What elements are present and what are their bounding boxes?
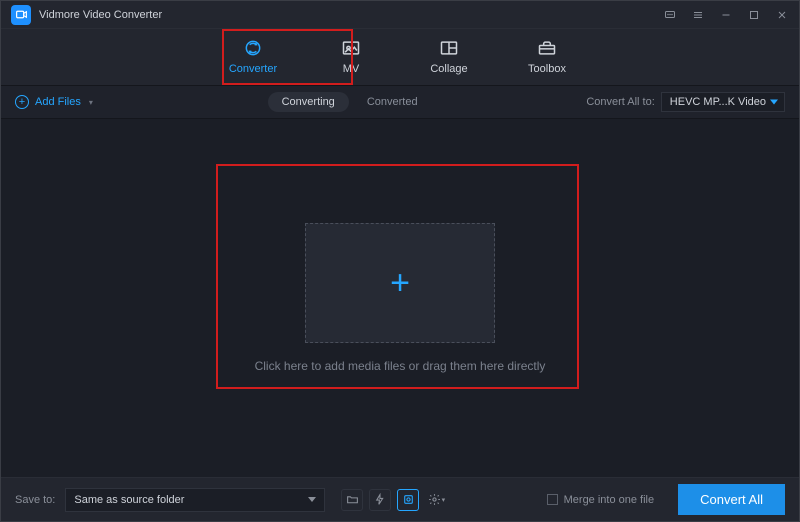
collage-icon bbox=[438, 37, 460, 59]
add-files-label: Add Files bbox=[35, 96, 81, 108]
convert-all-to: Convert All to: HEVC MP...K Video bbox=[586, 92, 785, 112]
tab-toolbox[interactable]: Toolbox bbox=[518, 37, 576, 85]
convert-all-to-select[interactable]: HEVC MP...K Video bbox=[661, 92, 785, 112]
app-title: Vidmore Video Converter bbox=[39, 9, 162, 21]
app-window: Vidmore Video Converter Converter MV bbox=[0, 0, 800, 522]
menu-icon[interactable] bbox=[691, 8, 705, 22]
subtab-converting[interactable]: Converting bbox=[268, 92, 349, 112]
gpu-icon[interactable] bbox=[397, 489, 419, 511]
dropzone[interactable]: + Click here to add media files or drag … bbox=[220, 223, 580, 373]
dropdown-triangle-icon bbox=[308, 497, 316, 502]
open-folder-icon[interactable] bbox=[341, 489, 363, 511]
save-to-select[interactable]: Same as source folder bbox=[65, 488, 325, 512]
convert-all-to-value: HEVC MP...K Video bbox=[670, 96, 766, 108]
feedback-icon[interactable] bbox=[663, 8, 677, 22]
merge-label: Merge into one file bbox=[564, 494, 655, 506]
subtab-converted[interactable]: Converted bbox=[353, 92, 432, 112]
window-controls bbox=[663, 8, 789, 22]
dropbox[interactable]: + bbox=[305, 223, 495, 343]
converter-icon bbox=[242, 37, 264, 59]
dropzone-caption: Click here to add media files or drag th… bbox=[220, 359, 580, 373]
chevron-down-icon: ▾ bbox=[89, 98, 93, 107]
hw-accel-off-icon[interactable] bbox=[369, 489, 391, 511]
plus-circle-icon bbox=[15, 95, 29, 109]
save-to-value: Same as source folder bbox=[74, 494, 184, 506]
maximize-icon[interactable] bbox=[747, 8, 761, 22]
plus-icon: + bbox=[390, 266, 410, 300]
save-to-label: Save to: bbox=[15, 494, 55, 506]
bottom-icon-group: ▾ bbox=[341, 489, 447, 511]
sub-bar: Add Files ▾ Converting Converted Convert… bbox=[1, 85, 799, 119]
tab-converter-label: Converter bbox=[229, 63, 277, 75]
main-tabs: Converter MV Collage Toolbox bbox=[1, 29, 799, 85]
minimize-icon[interactable] bbox=[719, 8, 733, 22]
checkbox-icon bbox=[547, 494, 558, 505]
close-icon[interactable] bbox=[775, 8, 789, 22]
convert-all-to-label: Convert All to: bbox=[586, 96, 654, 108]
tab-toolbox-label: Toolbox bbox=[528, 63, 566, 75]
settings-gear-icon[interactable]: ▾ bbox=[425, 489, 447, 511]
convert-all-button[interactable]: Convert All bbox=[678, 484, 785, 515]
add-files-button[interactable]: Add Files ▾ bbox=[15, 95, 93, 109]
app-logo-icon bbox=[11, 5, 31, 25]
main-area: + Click here to add media files or drag … bbox=[1, 119, 799, 477]
bottom-bar: Save to: Same as source folder ▾ Merge i… bbox=[1, 477, 799, 521]
tab-collage-label: Collage bbox=[430, 63, 467, 75]
tab-mv-label: MV bbox=[343, 63, 360, 75]
mv-icon bbox=[340, 37, 362, 59]
toolbox-icon bbox=[536, 37, 558, 59]
tab-converter[interactable]: Converter bbox=[224, 37, 282, 85]
tab-collage[interactable]: Collage bbox=[420, 37, 478, 85]
merge-checkbox[interactable]: Merge into one file bbox=[547, 494, 655, 506]
titlebar: Vidmore Video Converter bbox=[1, 1, 799, 29]
tab-mv[interactable]: MV bbox=[322, 37, 380, 85]
dropdown-triangle-icon bbox=[770, 100, 778, 105]
sub-tabs: Converting Converted bbox=[268, 92, 432, 112]
